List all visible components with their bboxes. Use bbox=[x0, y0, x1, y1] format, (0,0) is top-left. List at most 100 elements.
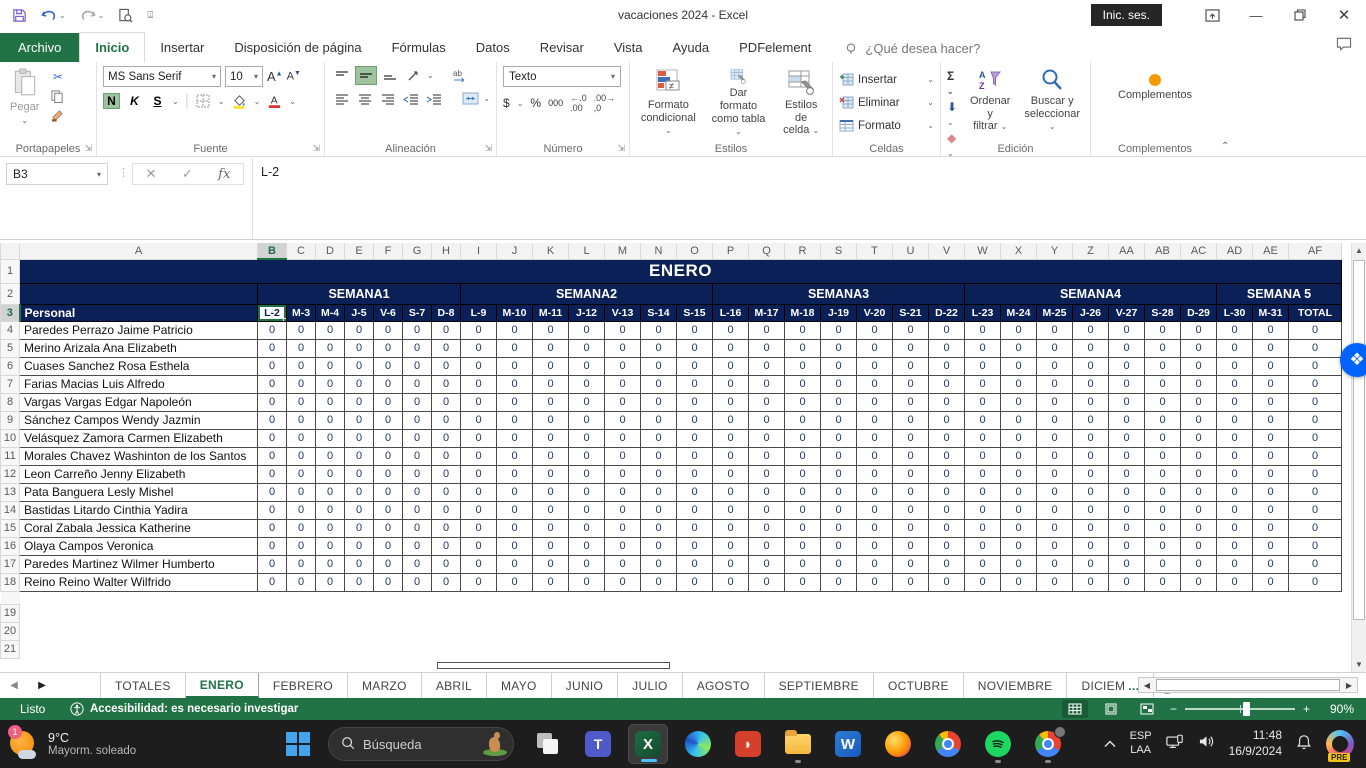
value-cell[interactable]: 0 bbox=[893, 393, 929, 411]
value-cell[interactable]: 0 bbox=[677, 537, 713, 555]
value-cell[interactable]: 0 bbox=[345, 429, 374, 447]
align-middle-icon[interactable] bbox=[355, 66, 377, 85]
value-cell[interactable]: 0 bbox=[316, 573, 345, 591]
value-cell[interactable]: 0 bbox=[432, 573, 461, 591]
excel-button[interactable]: X bbox=[628, 724, 668, 764]
value-cell[interactable]: 0 bbox=[287, 519, 316, 537]
row-number[interactable]: 15 bbox=[1, 519, 20, 537]
value-cell[interactable]: 0 bbox=[1253, 321, 1289, 339]
value-cell[interactable]: 0 bbox=[1145, 501, 1181, 519]
bold-button[interactable]: N bbox=[103, 93, 120, 109]
employee-name-cell[interactable]: Leon Carreño Jenny Elizabeth bbox=[20, 465, 258, 483]
value-cell[interactable]: 0 bbox=[374, 447, 403, 465]
row-number[interactable]: 17 bbox=[1, 555, 20, 573]
day-header-cell[interactable]: M-25 bbox=[1037, 304, 1073, 321]
value-cell[interactable]: 0 bbox=[497, 537, 533, 555]
page-layout-view-icon[interactable] bbox=[1098, 700, 1124, 718]
value-cell[interactable]: 0 bbox=[258, 465, 287, 483]
value-cell[interactable]: 0 bbox=[713, 465, 749, 483]
value-cell[interactable]: 0 bbox=[965, 357, 1001, 375]
value-cell[interactable]: 0 bbox=[533, 411, 569, 429]
value-cell[interactable]: 0 bbox=[1217, 357, 1253, 375]
value-cell[interactable]: 0 bbox=[749, 447, 785, 465]
value-cell[interactable]: 0 bbox=[461, 447, 497, 465]
worksheet-grid[interactable]: ABCDEFGHIJKLMNOPQRSTUVWXYZAAABACADAEAF1E… bbox=[0, 243, 1348, 672]
value-cell[interactable]: 0 bbox=[258, 375, 287, 393]
start-button[interactable] bbox=[278, 724, 318, 764]
value-cell[interactable]: 0 bbox=[287, 411, 316, 429]
value-cell[interactable]: 0 bbox=[374, 483, 403, 501]
sheet-tab-totales[interactable]: TOTALES bbox=[100, 673, 186, 698]
value-cell[interactable]: 0 bbox=[641, 501, 677, 519]
value-cell[interactable]: 0 bbox=[497, 555, 533, 573]
value-cell[interactable]: 0 bbox=[316, 519, 345, 537]
value-cell[interactable]: 0 bbox=[1253, 519, 1289, 537]
empty-row[interactable] bbox=[20, 640, 1342, 658]
value-cell[interactable]: 0 bbox=[569, 429, 605, 447]
employee-name-cell[interactable]: Reino Reino Walter Wilfrido bbox=[20, 573, 258, 591]
portapapeles-dialog-launcher[interactable]: ⇲ bbox=[84, 143, 92, 154]
value-cell[interactable]: 0 bbox=[403, 393, 432, 411]
value-cell[interactable]: 0 bbox=[857, 483, 893, 501]
value-cell[interactable]: 0 bbox=[965, 465, 1001, 483]
value-cell[interactable]: 0 bbox=[1037, 447, 1073, 465]
page-break-view-icon[interactable] bbox=[1134, 700, 1160, 718]
value-cell[interactable]: 0 bbox=[641, 375, 677, 393]
network-icon[interactable] bbox=[1166, 734, 1184, 755]
value-cell[interactable]: 0 bbox=[713, 339, 749, 357]
value-cell[interactable]: 0 bbox=[1001, 357, 1037, 375]
sheet-tab-septiembre[interactable]: SEPTIEMBRE bbox=[765, 673, 874, 698]
value-cell[interactable]: 0 bbox=[785, 339, 821, 357]
value-cell[interactable]: 0 bbox=[533, 537, 569, 555]
value-cell[interactable]: 0 bbox=[965, 429, 1001, 447]
value-cell[interactable]: 0 bbox=[1217, 501, 1253, 519]
value-cell[interactable]: 0 bbox=[374, 321, 403, 339]
value-cell[interactable]: 0 bbox=[641, 357, 677, 375]
value-cell[interactable]: 0 bbox=[533, 393, 569, 411]
value-cell[interactable]: 0 bbox=[893, 519, 929, 537]
increase-decimal-icon[interactable]: ←.0.00 bbox=[570, 93, 587, 113]
row-number[interactable]: 4 bbox=[1, 321, 20, 339]
employee-name-cell[interactable]: Merino Arizala Ana Elizabeth bbox=[20, 339, 258, 357]
horizontal-scrollbar[interactable]: ◀ ▶ bbox=[1138, 677, 1358, 693]
value-cell[interactable]: 0 bbox=[605, 429, 641, 447]
value-cell[interactable]: 0 bbox=[287, 501, 316, 519]
personal-header-cell[interactable]: Personal bbox=[20, 304, 258, 321]
value-cell[interactable]: 0 bbox=[929, 357, 965, 375]
value-cell[interactable]: 0 bbox=[1109, 555, 1145, 573]
value-cell[interactable]: 0 bbox=[1001, 573, 1037, 591]
value-cell[interactable]: 0 bbox=[1109, 357, 1145, 375]
value-cell[interactable]: 0 bbox=[1181, 375, 1217, 393]
value-cell[interactable]: 0 bbox=[893, 447, 929, 465]
scroll-up-arrow[interactable]: ▲ bbox=[1352, 243, 1366, 258]
value-cell[interactable]: 0 bbox=[533, 357, 569, 375]
value-cell[interactable]: 0 bbox=[1217, 573, 1253, 591]
value-cell[interactable]: 0 bbox=[1253, 357, 1289, 375]
day-header-cell[interactable]: S-28 bbox=[1145, 304, 1181, 321]
value-cell[interactable]: 0 bbox=[1073, 357, 1109, 375]
value-cell[interactable]: 0 bbox=[374, 519, 403, 537]
zoom-thumb[interactable] bbox=[1243, 702, 1250, 716]
value-cell[interactable]: 0 bbox=[785, 573, 821, 591]
value-cell[interactable]: 0 bbox=[785, 411, 821, 429]
selected-cell[interactable]: L-2 bbox=[258, 304, 287, 321]
column-header-N[interactable]: N bbox=[641, 243, 677, 259]
total-header-cell[interactable]: TOTAL bbox=[1289, 304, 1342, 321]
value-cell[interactable]: 0 bbox=[497, 465, 533, 483]
day-header-cell[interactable]: M-17 bbox=[749, 304, 785, 321]
value-cell[interactable]: 0 bbox=[287, 339, 316, 357]
column-header-G[interactable]: G bbox=[403, 243, 432, 259]
value-cell[interactable]: 0 bbox=[1145, 339, 1181, 357]
weather-widget[interactable]: 1 9°C Mayorm. soleado bbox=[0, 729, 270, 759]
value-cell[interactable]: 0 bbox=[1217, 321, 1253, 339]
value-cell[interactable]: 0 bbox=[432, 519, 461, 537]
firefox-button[interactable] bbox=[878, 724, 918, 764]
value-cell[interactable]: 0 bbox=[1181, 357, 1217, 375]
value-cell[interactable]: 0 bbox=[605, 321, 641, 339]
value-cell[interactable]: 0 bbox=[1001, 483, 1037, 501]
notifications-bell-icon[interactable] bbox=[1296, 734, 1312, 755]
column-header-V[interactable]: V bbox=[929, 243, 965, 259]
column-header-AD[interactable]: AD bbox=[1217, 243, 1253, 259]
value-cell[interactable]: 0 bbox=[497, 573, 533, 591]
value-cell[interactable]: 0 bbox=[569, 357, 605, 375]
